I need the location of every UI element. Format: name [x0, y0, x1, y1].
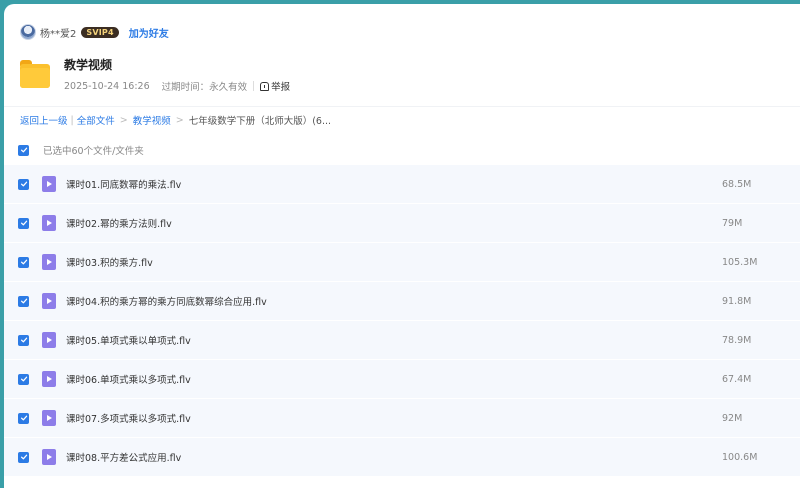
file-row[interactable]: 课时01.同底数幂的乘法.flv 68.5M: [4, 165, 800, 204]
file-name[interactable]: 课时08.平方差公式应用.flv: [66, 450, 181, 464]
breadcrumb-folder[interactable]: 教学视频: [133, 113, 171, 127]
checkmark-icon: [20, 376, 27, 382]
report-label: 举报: [271, 82, 291, 93]
checkmark-icon: [20, 220, 27, 226]
username[interactable]: 杨**爱2: [40, 25, 76, 40]
file-size: 78.9M: [722, 334, 752, 346]
share-panel: 杨**爱2 SVIP4 加为好友 教学视频 2025-10-24 16:26 过…: [4, 4, 800, 488]
file-checkbox[interactable]: [18, 178, 29, 190]
share-meta: 2025-10-24 16:26 过期时间：永久有效 举报: [64, 79, 290, 94]
video-file-icon: [42, 293, 56, 309]
file-row[interactable]: 课时07.多项式乘以多项式.flv 92M: [4, 399, 800, 438]
share-header: 教学视频 2025-10-24 16:26 过期时间：永久有效 举报: [20, 54, 290, 93]
file-checkbox[interactable]: [18, 256, 29, 268]
file-name[interactable]: 课时04.积的乘方幂的乘方同底数幂综合应用.flv: [66, 294, 267, 308]
file-row[interactable]: 课时03.积的乘方.flv 105.3M: [4, 243, 800, 282]
video-file-icon: [42, 410, 56, 426]
chevron-right-icon: >: [119, 114, 128, 126]
file-size: 100.6M: [722, 451, 758, 463]
checkmark-icon: [20, 454, 27, 460]
breadcrumb-current: 七年级数学下册（北师大版）(6...: [188, 116, 331, 127]
file-row[interactable]: 课时02.幂的乘方法则.flv 79M: [4, 204, 800, 243]
select-all-checkbox[interactable]: [18, 144, 29, 156]
sharer-info: 杨**爱2 SVIP4 加为好友: [20, 22, 169, 42]
file-checkbox[interactable]: [18, 334, 29, 346]
share-title: 教学视频: [64, 58, 113, 72]
breadcrumb-back[interactable]: 返回上一级: [20, 113, 68, 127]
report-icon: [260, 81, 270, 91]
checkmark-icon: [20, 337, 27, 343]
checkmark-icon: [20, 259, 27, 265]
vip-badge: SVIP4: [81, 26, 119, 38]
folder-icon: [20, 60, 50, 88]
share-date: 2025-10-24 16:26: [64, 80, 150, 92]
avatar[interactable]: [20, 24, 36, 40]
video-file-icon: [42, 449, 56, 465]
report-button[interactable]: 举报: [260, 79, 290, 93]
file-list: 课时01.同底数幂的乘法.flv 68.5M 课时02.幂的乘方法则.flv 7…: [4, 165, 800, 477]
file-row[interactable]: 课时08.平方差公式应用.flv 100.6M: [4, 438, 800, 477]
file-row[interactable]: 课时05.单项式乘以单项式.flv 78.9M: [4, 321, 800, 360]
checkmark-icon: [20, 415, 27, 421]
share-info: 教学视频 2025-10-24 16:26 过期时间：永久有效 举报: [64, 54, 290, 93]
checkmark-icon: [20, 298, 27, 304]
file-checkbox[interactable]: [18, 373, 29, 385]
file-row[interactable]: 课时04.积的乘方幂的乘方同底数幂综合应用.flv 91.8M: [4, 282, 800, 321]
file-name[interactable]: 课时06.单项式乘以多项式.flv: [66, 372, 191, 386]
video-file-icon: [42, 332, 56, 348]
breadcrumb-pipe: |: [70, 114, 74, 126]
file-checkbox[interactable]: [18, 412, 29, 424]
file-size: 68.5M: [722, 178, 752, 190]
video-file-icon: [42, 176, 56, 192]
file-size: 92M: [722, 412, 743, 424]
select-all-row: 已选中60个文件/文件夹: [18, 143, 144, 157]
file-name[interactable]: 课时05.单项式乘以单项式.flv: [66, 333, 191, 347]
checkmark-icon: [20, 181, 27, 187]
breadcrumb: 返回上一级 | 全部文件 > 教学视频 > 七年级数学下册（北师大版）(6...: [20, 113, 331, 128]
file-size: 91.8M: [722, 295, 752, 307]
file-size: 67.4M: [722, 373, 752, 385]
file-name[interactable]: 课时03.积的乘方.flv: [66, 255, 153, 269]
file-checkbox[interactable]: [18, 451, 29, 463]
file-size: 105.3M: [722, 256, 758, 268]
file-name[interactable]: 课时07.多项式乘以多项式.flv: [66, 411, 191, 425]
add-friend-button[interactable]: 加为好友: [129, 25, 169, 40]
file-name[interactable]: 课时01.同底数幂的乘法.flv: [66, 177, 181, 191]
meta-divider: [253, 81, 255, 91]
video-file-icon: [42, 371, 56, 387]
chevron-right-icon: >: [175, 114, 184, 126]
file-checkbox[interactable]: [18, 295, 29, 307]
breadcrumb-all-files[interactable]: 全部文件: [77, 113, 115, 127]
header-divider: [4, 106, 800, 107]
expire-time: 过期时间：永久有效: [161, 82, 248, 93]
file-checkbox[interactable]: [18, 217, 29, 229]
file-size: 79M: [722, 217, 743, 229]
file-row[interactable]: 课时06.单项式乘以多项式.flv 67.4M: [4, 360, 800, 399]
video-file-icon: [42, 254, 56, 270]
checkmark-icon: [20, 147, 27, 153]
file-name[interactable]: 课时02.幂的乘方法则.flv: [66, 216, 172, 230]
video-file-icon: [42, 215, 56, 231]
selection-count: 已选中60个文件/文件夹: [43, 146, 144, 157]
